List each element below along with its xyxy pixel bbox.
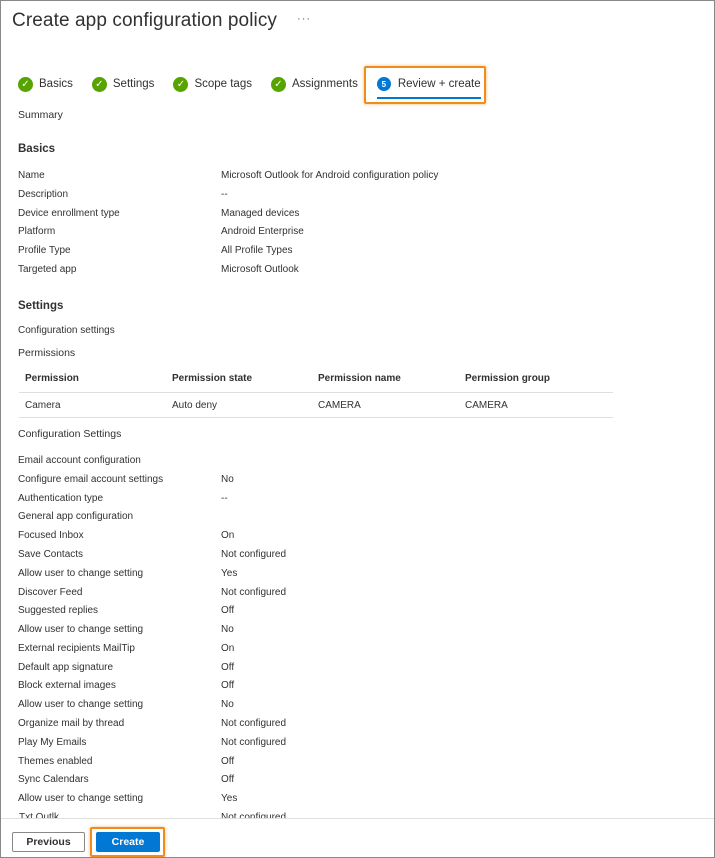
setting-value: Off	[221, 605, 235, 616]
setting-label: Organize mail by thread	[18, 718, 125, 729]
setting-label: Default app signature	[18, 662, 114, 673]
checkmark-icon: ✓	[270, 76, 286, 92]
group-title-general-app: General app configuration	[18, 511, 134, 522]
setting-value: Not configured	[221, 737, 287, 748]
setting-value: On	[221, 530, 235, 541]
checkmark-icon: ✓	[91, 76, 107, 92]
basics-value: Managed devices	[221, 208, 300, 219]
setting-label: Authentication type	[18, 493, 104, 504]
step-scope-tags[interactable]: ✓ Scope tags	[173, 73, 252, 95]
setting-value: On	[221, 643, 235, 654]
checkmark-icon: ✓	[18, 76, 33, 92]
basics-label: Device enrollment type	[18, 208, 120, 219]
step-basics[interactable]: ✓ Basics	[18, 73, 73, 95]
more-options-icon[interactable]: ···	[297, 13, 311, 25]
step-label: Scope tags	[194, 78, 252, 90]
basics-label: Profile Type	[18, 245, 71, 256]
column-header-permission-name: Permission name	[318, 373, 401, 384]
step-label: Assignments	[291, 78, 358, 90]
column-header-permission-state: Permission state	[172, 373, 253, 384]
table-cell: CAMERA	[318, 400, 361, 411]
wizard-steps: ✓ Basics ✓ Settings ✓ Scope tags ✓ Assig…	[18, 73, 500, 99]
setting-value: Yes	[221, 568, 238, 579]
setting-value: Off	[221, 662, 235, 673]
permissions-heading: Permissions	[18, 347, 76, 359]
table-header-divider	[19, 392, 613, 393]
setting-value: Not configured	[221, 718, 287, 729]
column-header-permission: Permission	[25, 373, 79, 384]
configuration-settings-heading: Configuration Settings	[18, 428, 122, 440]
basics-value: Microsoft Outlook	[221, 264, 299, 275]
footer-actions: Previous Create	[1, 818, 714, 857]
setting-label: Allow user to change setting	[18, 793, 144, 804]
setting-value: Off	[221, 774, 235, 785]
setting-label: Allow user to change setting	[18, 699, 144, 710]
step-label: Basics	[39, 78, 73, 90]
setting-value: Not configured	[221, 587, 287, 598]
table-row-divider	[19, 417, 613, 418]
setting-label: Discover Feed	[18, 587, 83, 598]
setting-value: Not configured	[221, 549, 287, 560]
checkmark-icon: ✓	[173, 76, 189, 92]
setting-value: No	[221, 474, 234, 485]
setting-label: Play My Emails	[18, 737, 87, 748]
app-window: Create app configuration policy ··· ✓ Ba…	[0, 0, 715, 858]
permissions-table: Permission Permission state Permission n…	[19, 365, 613, 418]
setting-label: External recipients MailTip	[18, 643, 135, 654]
basics-heading: Basics	[18, 143, 56, 155]
basics-label: Name	[18, 170, 45, 181]
setting-value: No	[221, 624, 234, 635]
setting-label: Save Contacts	[18, 549, 84, 560]
configuration-settings-label: Configuration settings	[18, 325, 115, 336]
setting-value: --	[221, 493, 228, 504]
setting-label: Sync Calendars	[18, 774, 89, 785]
setting-value: Yes	[221, 793, 238, 804]
setting-label: Themes enabled	[18, 756, 93, 767]
basics-value: Microsoft Outlook for Android configurat…	[221, 170, 439, 181]
step-label: Review + create	[397, 78, 481, 90]
setting-label: Allow user to change setting	[18, 624, 144, 635]
setting-label: Focused Inbox	[18, 530, 84, 541]
basics-label: Platform	[18, 226, 56, 237]
previous-button[interactable]: Previous	[12, 832, 85, 852]
step-review-create[interactable]: 5 Review + create	[376, 73, 481, 99]
group-title-email-account: Email account configuration	[18, 455, 141, 466]
setting-value: Off	[221, 680, 235, 691]
basics-label: Targeted app	[18, 264, 77, 275]
column-header-permission-group: Permission group	[465, 373, 551, 384]
step-label: Settings	[112, 78, 155, 90]
setting-value: Off	[221, 756, 235, 767]
setting-label: Allow user to change setting	[18, 568, 144, 579]
table-cell: Camera	[25, 400, 61, 411]
setting-value: No	[221, 699, 234, 710]
setting-label: Configure email account settings	[18, 474, 164, 485]
step-number-badge: 5	[376, 77, 391, 91]
basics-value: --	[221, 189, 228, 200]
page-header: Create app configuration policy ···	[12, 10, 311, 32]
step-assignments[interactable]: ✓ Assignments	[270, 73, 358, 95]
basics-label: Description	[18, 189, 69, 200]
basics-value: All Profile Types	[221, 245, 293, 256]
summary-heading: Summary	[18, 109, 63, 121]
setting-label: Suggested replies	[18, 605, 99, 616]
table-cell: CAMERA	[465, 400, 508, 411]
step-settings[interactable]: ✓ Settings	[91, 73, 155, 95]
create-button[interactable]: Create	[96, 832, 160, 852]
setting-label: Block external images	[18, 680, 116, 691]
page-title: Create app configuration policy	[12, 10, 278, 31]
basics-value: Android Enterprise	[221, 226, 304, 237]
settings-heading: Settings	[18, 300, 64, 312]
table-cell: Auto deny	[172, 400, 218, 411]
